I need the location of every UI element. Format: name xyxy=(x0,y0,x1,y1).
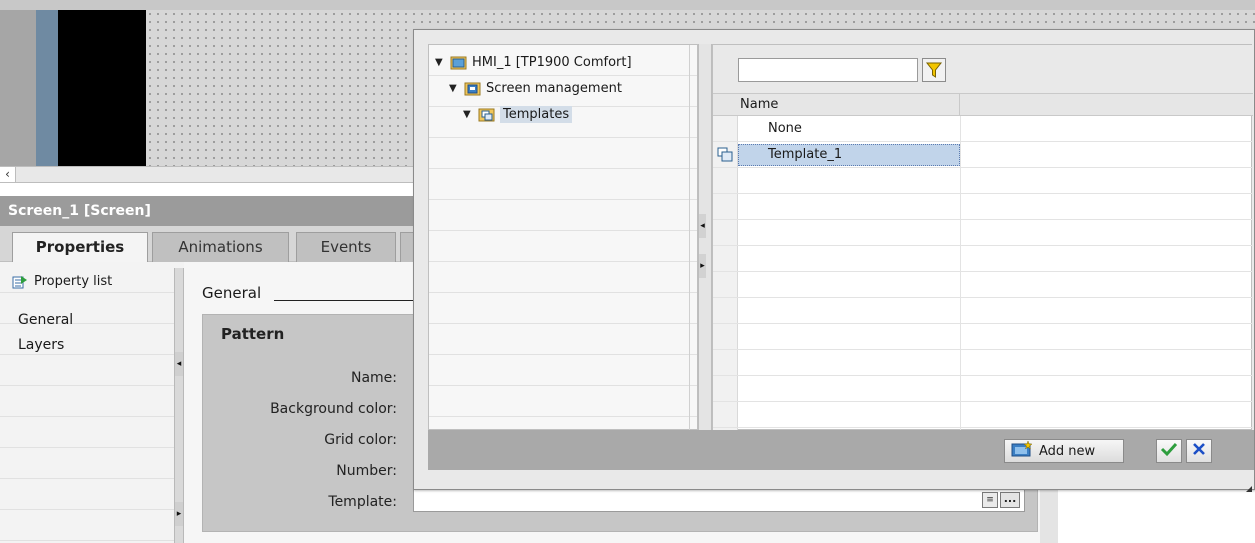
tab-properties[interactable]: Properties xyxy=(12,232,148,263)
collapse-left-arrow-icon[interactable]: ◂ xyxy=(699,214,706,238)
tree-item-label: Templates xyxy=(500,106,573,123)
collapse-left-arrow-icon[interactable]: ◂ xyxy=(175,352,183,376)
tree-item-label: HMI_1 [TP1900 Comfort] xyxy=(472,55,632,70)
property-nav: Property list General Layers xyxy=(0,262,174,543)
cancel-button[interactable] xyxy=(1186,439,1212,463)
scroll-left-button[interactable]: ‹ xyxy=(0,167,16,182)
canvas-blue-strip xyxy=(36,10,58,166)
close-icon xyxy=(1191,441,1207,461)
add-new-button[interactable]: Add new xyxy=(1004,439,1124,463)
template-label: Template: xyxy=(328,494,397,510)
tree-item-label: Screen management xyxy=(486,81,622,96)
horizontal-scrollbar[interactable]: ‹ xyxy=(0,166,420,183)
pattern-group-title: Pattern xyxy=(221,325,285,343)
list-item-selected[interactable]: Template_1 xyxy=(713,142,1253,168)
hmi-device-icon xyxy=(450,56,467,70)
expanded-arrow-icon[interactable]: ▼ xyxy=(463,109,473,120)
nav-item-general[interactable]: General xyxy=(18,312,73,328)
list-item[interactable]: None xyxy=(713,116,1253,142)
template-selection-popup: ▼ HMI_1 [TP1900 Comfort] ▼ Screen manage… xyxy=(413,29,1255,492)
screen-preview-black-area xyxy=(58,10,146,166)
popup-footer: Add new xyxy=(428,430,1254,470)
expanded-arrow-icon[interactable]: ▼ xyxy=(435,57,445,68)
inspector-tabs: Properties Animations Events xyxy=(0,226,420,263)
list-item-name: Template_1 xyxy=(768,147,843,162)
property-list-icon xyxy=(12,275,28,289)
tree-item-hmi[interactable]: ▼ HMI_1 [TP1900 Comfort] xyxy=(435,55,632,70)
name-label: Name: xyxy=(350,370,397,386)
filter-input[interactable] xyxy=(738,58,918,82)
section-underline xyxy=(274,300,414,301)
nav-splitter[interactable]: ◂ ▸ xyxy=(174,268,184,543)
project-tree: ▼ HMI_1 [TP1900 Comfort] ▼ Screen manage… xyxy=(428,44,698,431)
grid-color-label: Grid color: xyxy=(324,432,397,448)
number-label: Number: xyxy=(336,463,397,479)
popup-splitter[interactable]: ◂ ▸ xyxy=(698,44,712,430)
resize-grip-icon[interactable] xyxy=(1246,481,1252,492)
expand-right-arrow-icon[interactable]: ▸ xyxy=(175,502,183,526)
expand-right-arrow-icon[interactable]: ▸ xyxy=(699,254,706,278)
property-list-header[interactable]: Property list xyxy=(12,274,112,289)
tab-animations[interactable]: Animations xyxy=(152,232,289,262)
property-list-label: Property list xyxy=(34,274,113,289)
list-item-name: None xyxy=(768,121,802,136)
screen-management-icon xyxy=(464,82,481,96)
section-heading: General xyxy=(202,284,262,302)
canvas-left-strip xyxy=(0,10,36,166)
column-header-name[interactable]: Name xyxy=(740,94,960,115)
template-list-pane: Name None Template_1 xyxy=(712,44,1253,431)
list-header: Name xyxy=(713,93,1253,116)
expanded-arrow-icon[interactable]: ▼ xyxy=(449,83,459,94)
tree-item-templates[interactable]: ▼ Templates xyxy=(463,106,573,123)
browse-button[interactable]: ... xyxy=(1000,492,1020,508)
ok-button[interactable] xyxy=(1156,439,1182,463)
list-icon[interactable]: ≡ xyxy=(982,492,998,508)
add-new-label: Add new xyxy=(1039,443,1096,459)
template-field[interactable]: ≡ ... xyxy=(413,488,1025,512)
template-icon xyxy=(717,147,734,162)
checkmark-icon xyxy=(1160,441,1178,461)
background-color-label: Background color: xyxy=(270,401,397,417)
templates-folder-icon xyxy=(478,108,495,122)
tree-item-screen-management[interactable]: ▼ Screen management xyxy=(449,81,622,96)
nav-item-layers[interactable]: Layers xyxy=(18,337,64,353)
inspector-title: Screen_1 [Screen] xyxy=(0,196,420,226)
filter-funnel-icon[interactable] xyxy=(922,58,946,82)
filter-bar xyxy=(713,45,1253,93)
add-new-icon xyxy=(1011,440,1033,461)
tab-events[interactable]: Events xyxy=(296,232,396,262)
